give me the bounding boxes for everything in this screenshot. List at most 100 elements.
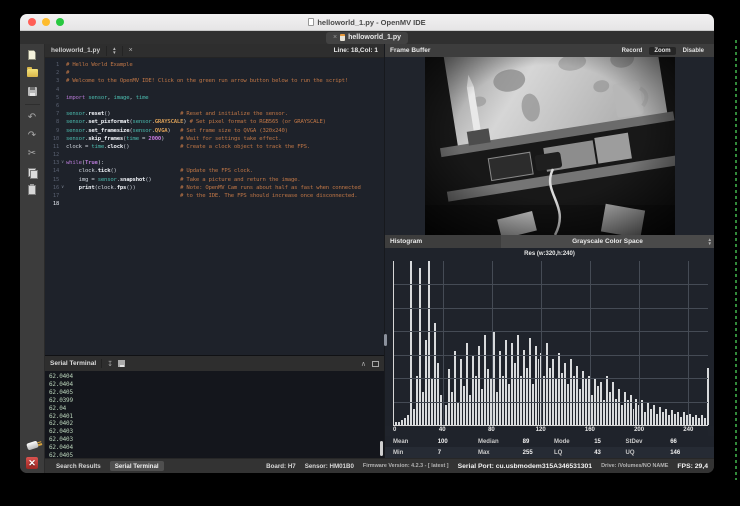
window-title: helloworld_1.py - OpenMV IDE — [317, 18, 425, 27]
histogram-bar — [707, 368, 709, 425]
histogram-bar — [437, 363, 439, 425]
histogram-bar — [508, 384, 510, 425]
stat-value: 66 — [670, 439, 706, 445]
connect-button[interactable] — [25, 439, 40, 451]
serial-terminal-title: Serial Terminal — [50, 360, 96, 367]
fold-gutter — [59, 143, 66, 151]
line-number: 1 — [45, 61, 59, 69]
file-selector-icon[interactable]: ▲▼ — [107, 47, 121, 54]
stop-script-button[interactable]: ✕ — [25, 457, 40, 469]
histogram-bar — [454, 351, 456, 425]
save-file-button[interactable] — [25, 85, 40, 97]
color-space-select[interactable]: Grayscale Color Space ▲▼ — [501, 235, 714, 248]
frame-buffer-view[interactable] — [385, 57, 714, 235]
histogram-bar — [407, 415, 409, 425]
redo-button[interactable]: ↷ — [25, 130, 40, 142]
paste-button[interactable] — [25, 184, 40, 196]
new-file-button[interactable] — [25, 49, 40, 61]
histogram-bar — [404, 418, 406, 425]
fold-gutter — [59, 192, 66, 200]
open-file-button[interactable] — [25, 67, 40, 79]
file-tab[interactable]: helloworld_1.py — [45, 47, 106, 54]
code-editor[interactable]: 1# Hello World Example2#3# Welcome to th… — [45, 58, 384, 355]
editor-tab-bar: helloworld_1.py ▲▼ × Line: 18,Col: 1 — [45, 44, 384, 58]
code-text: sensor.reset() # Reset and initialize th… — [66, 110, 288, 118]
fold-marker-icon[interactable]: ∨ — [59, 159, 66, 167]
gridline — [443, 261, 444, 425]
statusbar-tab-serial-terminal[interactable]: Serial Terminal — [110, 461, 164, 471]
close-icon[interactable]: × — [333, 34, 337, 41]
stat-label: Max — [478, 450, 523, 456]
histogram-bar — [543, 376, 545, 425]
histogram-bar — [413, 409, 415, 425]
zoom-button[interactable]: Zoom — [649, 47, 675, 55]
histogram-bar — [532, 384, 534, 425]
histogram-header: Histogram Grayscale Color Space ▲▼ — [385, 235, 714, 248]
terminal-scrollbar[interactable] — [380, 441, 383, 456]
stat-label: LQ — [554, 450, 594, 456]
fold-gutter — [59, 127, 66, 135]
line-number: 16 — [45, 184, 59, 192]
code-line: 7 sensor.reset() # Reset and initialize t… — [45, 110, 384, 118]
histogram-bar — [647, 402, 649, 425]
histogram-title: Histogram — [390, 238, 422, 245]
histogram-bar — [680, 417, 682, 425]
stop-icon: ✕ — [26, 457, 38, 469]
histogram-plot — [393, 261, 708, 426]
statusbar-tab-search-results[interactable]: Search Results — [51, 461, 106, 471]
scroll-to-bottom-icon[interactable]: ↧ — [107, 360, 113, 368]
serial-terminal-output[interactable]: 62.040462.040462.040562.039962.0462.0401… — [45, 371, 384, 458]
histogram-bar — [597, 386, 599, 425]
fold-gutter — [59, 110, 66, 118]
fold-gutter — [59, 69, 66, 77]
histogram-bar — [564, 363, 566, 425]
histogram-bar — [603, 400, 605, 425]
camera-image — [425, 57, 675, 235]
code-line: 8sensor.set_pixformat(sensor.GRAYSCALE) … — [45, 118, 384, 126]
fold-gutter — [59, 118, 66, 126]
code-text: # Welcome to the OpenMV IDE! Click on th… — [66, 77, 348, 85]
line-number: 7 — [45, 110, 59, 118]
fold-gutter — [59, 77, 66, 85]
histogram-bar — [558, 353, 560, 425]
histogram-bar — [659, 407, 661, 425]
status-firmware: Firmware Version: 4.2.3 - [ latest ] — [363, 463, 449, 469]
splitter-grip[interactable] — [384, 334, 387, 346]
fold-gutter — [59, 200, 66, 208]
record-button[interactable]: Record — [617, 47, 648, 55]
fold-gutter — [59, 176, 66, 184]
gridline — [541, 261, 542, 425]
histogram-bar — [529, 338, 531, 425]
undo-button[interactable]: ↶ — [25, 112, 40, 124]
fold-marker-icon[interactable]: ∨ — [59, 184, 66, 192]
collapse-panel-icon[interactable]: ∧ — [361, 360, 366, 368]
histogram-bar — [481, 389, 483, 425]
disable-button[interactable]: Disable — [678, 47, 709, 55]
histogram-bar — [428, 261, 430, 425]
code-text: # — [66, 69, 69, 77]
code-line: 5import sensor, image, time — [45, 94, 384, 102]
stat-value: 7 — [438, 450, 478, 456]
right-pane: Frame Buffer RecordZoomDisable — [385, 44, 714, 458]
terminal-line: 62.0405 — [49, 452, 384, 458]
copy-button[interactable] — [25, 166, 40, 178]
x-tick-label: 0 — [393, 427, 396, 433]
terminal-line: 62.0401 — [49, 413, 384, 421]
code-line: 17 # to the IDE. The FPS should increase… — [45, 192, 384, 200]
code-line: 9sensor.set_framesize(sensor.QVGA) # Set… — [45, 127, 384, 135]
close-file-button[interactable]: × — [123, 47, 139, 54]
gridline — [590, 261, 591, 425]
float-panel-icon[interactable] — [372, 361, 379, 367]
cut-button[interactable]: ✂ — [25, 148, 40, 160]
frame-buffer-title: Frame Buffer — [390, 47, 430, 54]
openmv-ide-window: helloworld_1.py - OpenMV IDE × helloworl… — [20, 14, 714, 473]
center-tab[interactable]: × helloworld_1.py — [326, 32, 408, 44]
histogram-bar — [650, 409, 652, 425]
new-file-icon — [28, 50, 36, 60]
save-log-icon[interactable] — [118, 360, 125, 367]
x-tick-label: 40 — [439, 427, 446, 433]
histogram-bar — [683, 412, 685, 425]
resolution-label: Res (w:320,h:240) — [524, 251, 575, 257]
histogram-bar — [416, 376, 418, 425]
status-fps: FPS: 29,4 — [677, 463, 708, 470]
